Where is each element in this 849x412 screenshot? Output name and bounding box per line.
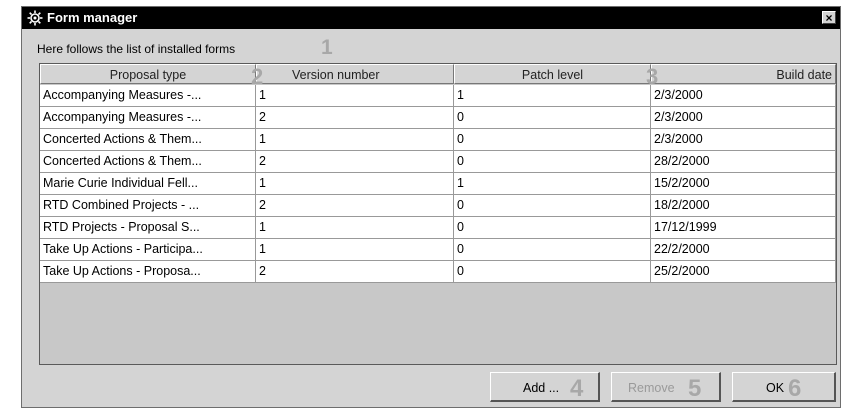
cell-patch-level: 0 bbox=[454, 261, 651, 283]
cell-proposal-type: RTD Projects - Proposal S... bbox=[40, 217, 256, 239]
cell-proposal-type: Take Up Actions - Participa... bbox=[40, 239, 256, 261]
table-row[interactable]: Concerted Actions & Them... 2 0 28/2/2000 bbox=[40, 151, 836, 173]
table-row[interactable]: RTD Projects - Proposal S... 1 0 17/12/1999 bbox=[40, 217, 836, 239]
cell-version-number: 1 bbox=[256, 217, 454, 239]
cell-patch-level: 0 bbox=[454, 239, 651, 261]
table-row[interactable]: Marie Curie Individual Fell... 1 1 15/2/200… bbox=[40, 173, 836, 195]
cell-build-date: 17/12/1999 bbox=[651, 217, 836, 239]
cell-patch-level: 0 bbox=[454, 195, 651, 217]
column-header-version-number[interactable]: Version number bbox=[256, 64, 454, 84]
close-button[interactable]: × bbox=[822, 11, 836, 24]
ok-button-label: OK bbox=[766, 381, 785, 395]
remove-button[interactable]: Remove 5 bbox=[611, 372, 721, 402]
cell-version-number: 1 bbox=[256, 239, 454, 261]
table-row[interactable]: Take Up Actions - Proposa... 2 0 25/2/2000 bbox=[40, 261, 836, 283]
cell-proposal-type: Accompanying Measures -... bbox=[40, 107, 256, 129]
add-button[interactable]: Add ... 4 bbox=[490, 372, 600, 402]
cell-patch-level: 0 bbox=[454, 217, 651, 239]
table-row[interactable]: Take Up Actions - Participa... 1 0 22/2/200… bbox=[40, 239, 836, 261]
cell-proposal-type: Concerted Actions & Them... bbox=[40, 151, 256, 173]
intro-text: Here follows the list of installed forms bbox=[37, 42, 236, 56]
cell-version-number: 2 bbox=[256, 261, 454, 283]
column-header-patch-level[interactable]: Patch level bbox=[454, 64, 651, 84]
cell-build-date: 2/3/2000 bbox=[651, 85, 836, 107]
cell-build-date: 2/3/2000 bbox=[651, 129, 836, 151]
cell-build-date: 22/2/2000 bbox=[651, 239, 836, 261]
table-row[interactable]: Concerted Actions & Them... 1 0 2/3/2000 bbox=[40, 129, 836, 151]
table-row[interactable]: Accompanying Measures -... 1 1 2/3/2000 bbox=[40, 85, 836, 107]
table-header: Proposal type Version number Patch level… bbox=[40, 64, 836, 84]
marker-6: 6 bbox=[788, 375, 802, 402]
cell-version-number: 2 bbox=[256, 195, 454, 217]
cell-proposal-type: Accompanying Measures -... bbox=[40, 85, 256, 107]
column-header-build-date[interactable]: Build date bbox=[651, 64, 836, 84]
cell-patch-level: 1 bbox=[454, 85, 651, 107]
ok-button[interactable]: OK 6 bbox=[732, 372, 836, 402]
remove-button-label: Remove bbox=[628, 381, 675, 395]
cell-version-number: 2 bbox=[256, 107, 454, 129]
table-row[interactable]: Accompanying Measures -... 2 0 2/3/2000 bbox=[40, 107, 836, 129]
cell-version-number: 1 bbox=[256, 85, 454, 107]
title-bar[interactable]: Form manager × bbox=[22, 7, 840, 29]
cell-build-date: 18/2/2000 bbox=[651, 195, 836, 217]
gear-icon bbox=[27, 10, 43, 26]
form-manager-window: Form manager × Here follows the list of … bbox=[21, 6, 841, 408]
cell-version-number: 2 bbox=[256, 151, 454, 173]
cell-proposal-type: Concerted Actions & Them... bbox=[40, 129, 256, 151]
cell-patch-level: 0 bbox=[454, 151, 651, 173]
cell-build-date: 2/3/2000 bbox=[651, 107, 836, 129]
window-title: Form manager bbox=[47, 10, 138, 25]
forms-table: Proposal type Version number Patch level… bbox=[39, 63, 837, 365]
add-button-label: Add ... bbox=[523, 381, 560, 395]
cell-build-date: 25/2/2000 bbox=[651, 261, 836, 283]
cell-proposal-type: Marie Curie Individual Fell... bbox=[40, 173, 256, 195]
close-icon: × bbox=[825, 11, 833, 25]
marker-5: 5 bbox=[688, 375, 702, 402]
cell-patch-level: 1 bbox=[454, 173, 651, 195]
cell-patch-level: 0 bbox=[454, 107, 651, 129]
cell-patch-level: 0 bbox=[454, 129, 651, 151]
marker-1: 1 bbox=[321, 36, 333, 59]
marker-4: 4 bbox=[570, 375, 584, 402]
cell-proposal-type: RTD Combined Projects - ... bbox=[40, 195, 256, 217]
cell-version-number: 1 bbox=[256, 129, 454, 151]
cell-proposal-type: Take Up Actions - Proposa... bbox=[40, 261, 256, 283]
cell-build-date: 28/2/2000 bbox=[651, 151, 836, 173]
cell-version-number: 1 bbox=[256, 173, 454, 195]
table-row[interactable]: RTD Combined Projects - ... 2 0 18/2/2000 bbox=[40, 195, 836, 217]
cell-build-date: 15/2/2000 bbox=[651, 173, 836, 195]
column-header-proposal-type[interactable]: Proposal type bbox=[40, 64, 256, 84]
